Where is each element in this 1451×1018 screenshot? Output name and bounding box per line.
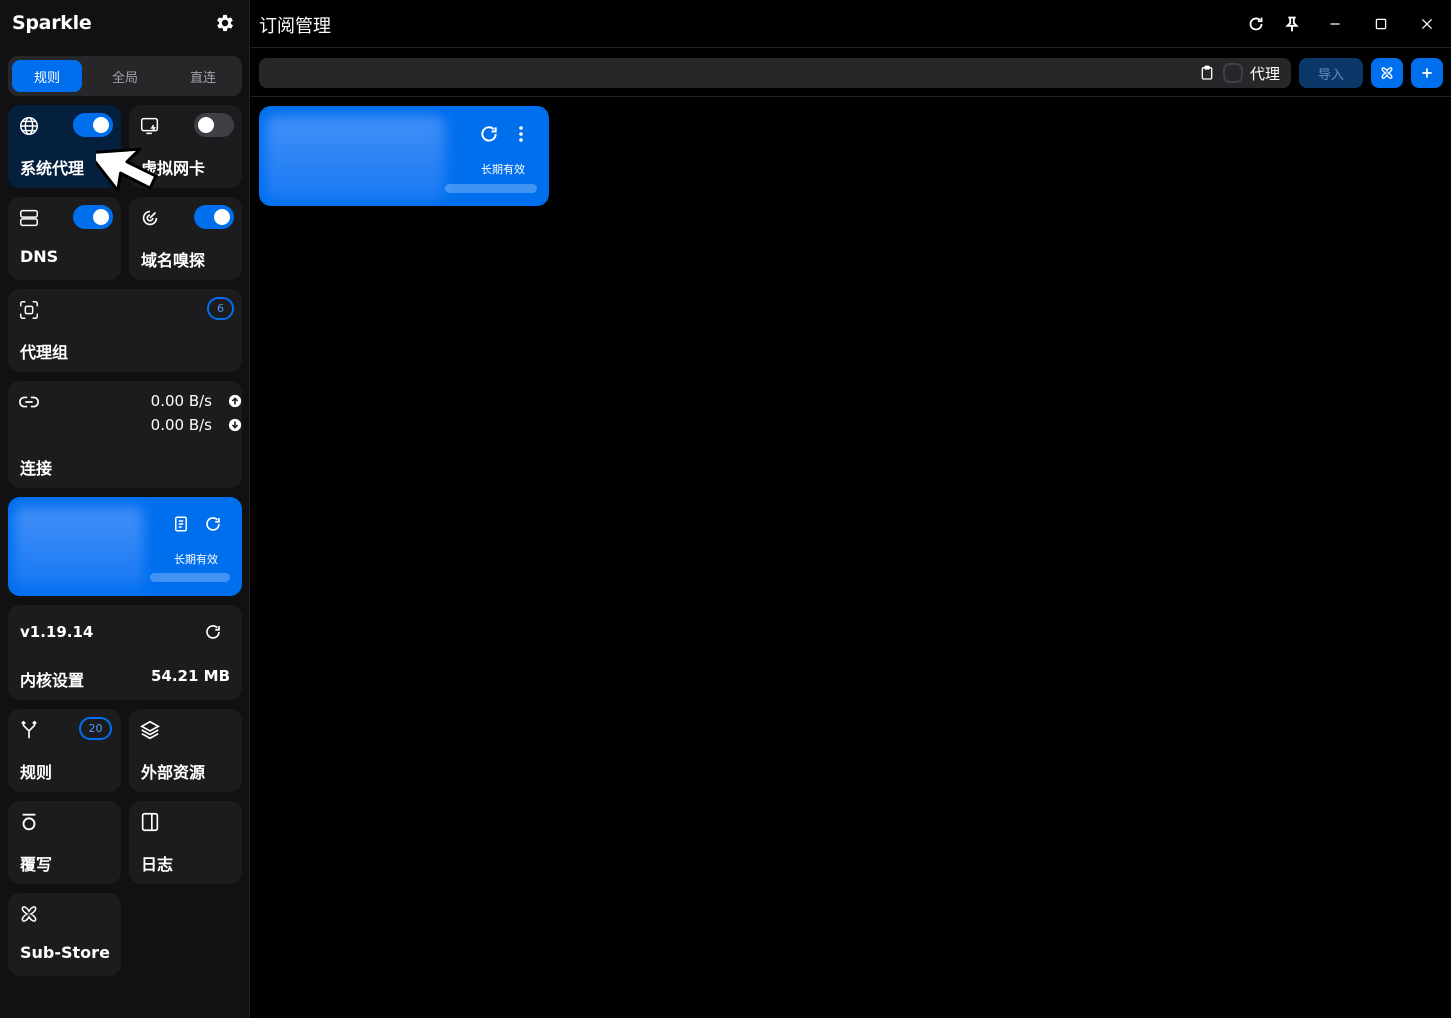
update-subscription-icon[interactable] [479, 124, 499, 144]
dns-label: DNS [20, 247, 59, 266]
tab-direct-mode[interactable]: 直连 [168, 60, 238, 92]
substore-card[interactable]: Sub-Store [8, 893, 121, 976]
tab-rule-mode[interactable]: 规则 [12, 60, 82, 92]
minimize-icon[interactable] [1324, 13, 1346, 35]
profile-expire: 长期有效 [174, 553, 218, 566]
mode-tabs: 规则 全局 直连 [8, 56, 242, 96]
refresh-profile-icon[interactable] [204, 515, 222, 533]
app-name: Sparkle [12, 12, 92, 34]
more-options-icon[interactable] [513, 124, 529, 144]
download-speed: 0.00 B/s [150, 416, 212, 434]
subscription-card[interactable]: 长期有效 [259, 106, 549, 206]
mouse-cursor-icon [96, 147, 158, 193]
resources-card[interactable]: 外部资源 [129, 709, 242, 792]
override-icon [22, 813, 36, 831]
profile-usage-bar [150, 573, 230, 582]
use-proxy-checkbox[interactable] [1223, 63, 1243, 83]
logs-label: 日志 [141, 855, 174, 874]
edit-file-icon[interactable] [172, 515, 190, 533]
profile-name-redacted [14, 507, 144, 587]
refresh-icon[interactable] [1245, 13, 1267, 35]
tab-global-mode[interactable]: 全局 [90, 60, 160, 92]
title-bar: 订阅管理 [251, 0, 1451, 48]
clipboard-icon[interactable] [1199, 65, 1215, 81]
close-icon[interactable] [1416, 13, 1438, 35]
link-icon [19, 396, 39, 408]
pin-icon[interactable] [1281, 13, 1303, 35]
logs-card[interactable]: 日志 [129, 801, 242, 884]
proxy-groups-count-badge: 6 [207, 297, 234, 320]
substore-icon [21, 906, 37, 922]
page-title: 订阅管理 [259, 16, 331, 37]
override-card[interactable]: 覆写 [8, 801, 121, 884]
sniff-toggle[interactable] [194, 205, 234, 229]
sniff-label: 域名嗅探 [141, 251, 206, 270]
substore-button[interactable] [1371, 58, 1403, 88]
upload-arrow-icon [228, 394, 242, 408]
upload-speed: 0.00 B/s [150, 392, 212, 410]
subscription-toolbar: 代理 导入 [251, 49, 1451, 97]
current-profile-card[interactable]: 长期有效 [8, 497, 242, 596]
core-memory: 54.21 MB [150, 667, 230, 685]
core-settings-card[interactable]: v1.19.14 内核设置 54.21 MB [8, 605, 242, 700]
layers-icon [140, 720, 160, 740]
log-panel-icon [141, 812, 159, 832]
settings-gear-icon[interactable] [214, 12, 236, 34]
download-arrow-icon [228, 418, 242, 432]
fork-icon [21, 720, 37, 739]
subscription-expire: 长期有效 [481, 163, 525, 176]
rules-card[interactable]: 20 规则 [8, 709, 121, 792]
use-proxy-label: 代理 [1250, 65, 1281, 83]
resources-label: 外部资源 [141, 763, 206, 782]
maximize-icon[interactable] [1370, 13, 1392, 35]
connections-card[interactable]: 0.00 B/s 0.00 B/s 连接 [8, 381, 242, 488]
core-version: v1.19.14 [20, 623, 94, 641]
subscription-usage-bar [445, 184, 537, 193]
server-icon [20, 209, 38, 227]
connections-label: 连接 [20, 459, 53, 478]
subscription-name-redacted [265, 116, 445, 201]
proxy-groups-card[interactable]: 6 代理组 [8, 289, 242, 372]
system-proxy-label: 系统代理 [20, 159, 85, 178]
plus-icon [1422, 68, 1432, 78]
core-restart-icon[interactable] [204, 623, 222, 641]
override-label: 覆写 [20, 855, 53, 874]
scan-icon [20, 301, 38, 319]
globe-icon [20, 117, 38, 135]
subscription-url-input[interactable]: 代理 [259, 58, 1291, 88]
add-subscription-button[interactable] [1411, 58, 1443, 88]
tun-toggle[interactable] [194, 113, 234, 137]
proxy-groups-label: 代理组 [20, 343, 69, 362]
substore-icon [1381, 67, 1393, 79]
rules-count-badge: 20 [79, 717, 112, 740]
substore-label: Sub-Store [20, 943, 110, 962]
core-settings-label: 内核设置 [20, 671, 85, 690]
rules-label: 规则 [20, 763, 53, 782]
import-button[interactable]: 导入 [1299, 58, 1363, 88]
